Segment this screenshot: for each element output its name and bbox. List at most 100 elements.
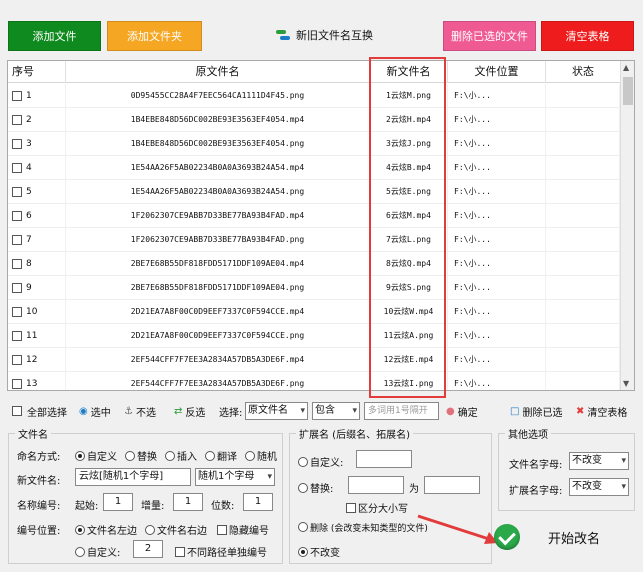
- table-header: 序号 原文件名 新文件名 文件位置 状态: [8, 61, 620, 83]
- scroll-thumb[interactable]: [623, 77, 633, 105]
- checkbox-icon: [12, 406, 22, 416]
- table-row[interactable]: 8 2BE7E68B55DF818FDD5171DDF109AE04.mp4 8云炫…: [8, 252, 620, 276]
- mode-custom-radio[interactable]: 自定义: [75, 448, 117, 463]
- ext-case-select[interactable]: 不改变: [569, 478, 629, 496]
- mode-insert-label: 插入: [177, 452, 197, 463]
- hide-number-checkbox[interactable]: 隐藏编号: [217, 522, 269, 537]
- invert-button[interactable]: ⇄ 反选: [174, 402, 205, 420]
- cell-index: 8: [8, 252, 66, 276]
- clear-table-button[interactable]: ✖ 清空表格: [576, 402, 627, 420]
- cell-original-name: 1F2062307CE9ABB7D33BE77BA93B4FAD.mp4: [66, 204, 370, 228]
- select-label: 选中: [90, 407, 111, 419]
- filename-case-select[interactable]: 不改变: [569, 452, 629, 470]
- numbering-label: 名称编号:: [17, 501, 61, 512]
- row-index-label: 3: [26, 139, 32, 149]
- mode-translate-radio[interactable]: 翻译: [205, 448, 237, 463]
- header-original-name: 原文件名: [66, 61, 370, 83]
- separate-paths-checkbox[interactable]: 不同路径单独编号: [175, 544, 267, 559]
- row-checkbox[interactable]: [12, 258, 22, 269]
- filename-group-title: 文件名: [15, 426, 51, 441]
- ext-replace-radio[interactable]: 替换:: [298, 480, 333, 495]
- ext-custom-input[interactable]: [356, 450, 412, 468]
- row-checkbox[interactable]: [12, 330, 22, 341]
- new-name-input[interactable]: 云炫[随机1个字母]: [75, 468, 191, 486]
- scroll-up-icon[interactable]: ▲: [623, 63, 629, 72]
- row-checkbox[interactable]: [12, 114, 22, 125]
- add-file-button[interactable]: 添加文件: [8, 21, 101, 51]
- row-checkbox[interactable]: [12, 282, 22, 293]
- field-select[interactable]: 原文件名: [245, 402, 308, 420]
- delete-selected-files-button[interactable]: 删除已选的文件: [443, 21, 536, 51]
- table-row[interactable]: 10 2D21EA7A8F00C0D9EEF7337C0F594CCE.mp4 10…: [8, 300, 620, 324]
- custom-position-input[interactable]: 2: [133, 540, 163, 558]
- start-input[interactable]: 1: [103, 493, 133, 511]
- mode-random-label: 随机: [257, 452, 277, 463]
- table-scrollbar[interactable]: ▲ ▼: [620, 61, 634, 390]
- table-row[interactable]: 9 2BE7E68B55DF818FDD5171DDF109AE04.png 9云炫…: [8, 276, 620, 300]
- position-left-radio[interactable]: 文件名左边: [75, 522, 137, 537]
- cell-status: [546, 84, 620, 108]
- checkbox-icon: [175, 547, 185, 557]
- filter-input[interactable]: 多词用1号隔开: [364, 402, 439, 420]
- ext-case-label: 扩展名字母:: [509, 486, 563, 497]
- cell-index: 1: [8, 84, 66, 108]
- row-checkbox[interactable]: [12, 234, 22, 245]
- start-rename-button[interactable]: 开始改名: [494, 524, 600, 550]
- digits-input[interactable]: 1: [243, 493, 273, 511]
- match-select[interactable]: 包含: [312, 402, 360, 420]
- table-row[interactable]: 1 0D95455CC28A4F7EEC564CA1111D4F45.png 1云炫…: [8, 84, 620, 108]
- cell-index: 2: [8, 108, 66, 132]
- confirm-button[interactable]: ● 确定: [446, 402, 478, 420]
- ext-replace-from-input[interactable]: [348, 476, 404, 494]
- hide-number-label: 隐藏编号: [229, 526, 269, 537]
- mode-replace-radio[interactable]: 替换: [125, 448, 157, 463]
- cell-index: 10: [8, 300, 66, 324]
- row-index-label: 6: [26, 211, 32, 221]
- table-row[interactable]: 6 1F2062307CE9ABB7D33BE77BA93B4FAD.mp4 6云炫…: [8, 204, 620, 228]
- table-row[interactable]: 5 1E54AA26F5AB02234B0A0A3693B24A54.png 5云炫…: [8, 180, 620, 204]
- table-row[interactable]: 4 1E54AA26F5AB02234B0A0A3693B24A54.mp4 4云炫…: [8, 156, 620, 180]
- delete-selected-button[interactable]: □ 删除已选: [510, 402, 562, 420]
- position-right-radio[interactable]: 文件名右边: [145, 522, 207, 537]
- step-input[interactable]: 1: [173, 493, 203, 511]
- random-type-select[interactable]: 随机1个字母: [195, 468, 275, 486]
- trash-icon: □: [510, 405, 520, 417]
- row-checkbox[interactable]: [12, 354, 22, 365]
- row-checkbox[interactable]: [12, 378, 22, 389]
- row-checkbox[interactable]: [12, 306, 22, 317]
- add-folder-button[interactable]: 添加文件夹: [107, 21, 202, 51]
- cell-location: F:\小...: [448, 300, 546, 324]
- row-checkbox[interactable]: [12, 90, 22, 101]
- cell-status: [546, 372, 620, 390]
- mode-random-radio[interactable]: 随机: [245, 448, 277, 463]
- row-checkbox[interactable]: [12, 186, 22, 197]
- select-button[interactable]: ◉ 选中: [79, 402, 111, 420]
- cell-new-name: 9云炫S.png: [370, 276, 448, 300]
- case-sensitive-checkbox[interactable]: 区分大小写: [346, 500, 408, 515]
- scroll-down-icon[interactable]: ▼: [623, 379, 629, 388]
- ext-custom-radio[interactable]: 自定义:: [298, 454, 343, 469]
- cell-status: [546, 348, 620, 372]
- other-options-title: 其他选项: [505, 426, 551, 441]
- row-checkbox[interactable]: [12, 162, 22, 173]
- action-bar: 全部选择 ◉选中 ⚓不选 ⇄反选 选择: 原文件名 包含 多词用1号隔开 ●确定…: [12, 402, 637, 420]
- swap-names-button[interactable]: 新旧文件名互换: [276, 27, 373, 43]
- select-all-checkbox[interactable]: 全部选择: [12, 402, 67, 420]
- row-checkbox[interactable]: [12, 210, 22, 221]
- radio-icon: [165, 451, 175, 461]
- ext-no-change-radio[interactable]: 不改变: [298, 544, 340, 559]
- ext-delete-radio[interactable]: 删除 (会改变未知类型的文件): [298, 521, 428, 534]
- table-row[interactable]: 3 1B4EBE848D56DC002BE93E3563EF4054.png 3云炫…: [8, 132, 620, 156]
- cell-original-name: 2D21EA7A8F00C0D9EEF7337C0F594CCE.png: [66, 324, 370, 348]
- table-row[interactable]: 12 2EF544CFF7F7EE3A2834A57DB5A3DE6F.mp4 12…: [8, 348, 620, 372]
- table-row[interactable]: 11 2D21EA7A8F00C0D9EEF7337C0F594CCE.png 11…: [8, 324, 620, 348]
- mode-insert-radio[interactable]: 插入: [165, 448, 197, 463]
- table-row[interactable]: 13 2EF544CFF7F7EE3A2834A57DB5A3DE6F.png 13…: [8, 372, 620, 390]
- position-custom-radio[interactable]: 自定义:: [75, 544, 120, 559]
- table-row[interactable]: 2 1B4EBE848D56DC002BE93E3563EF4054.mp4 2云炫…: [8, 108, 620, 132]
- unselect-button[interactable]: ⚓ 不选: [124, 402, 156, 420]
- ext-replace-to-input[interactable]: [424, 476, 480, 494]
- clear-table-top-button[interactable]: 清空表格: [541, 21, 634, 51]
- table-row[interactable]: 7 1F2062307CE9ABB7D33BE77BA93B4FAD.png 7云炫…: [8, 228, 620, 252]
- row-checkbox[interactable]: [12, 138, 22, 149]
